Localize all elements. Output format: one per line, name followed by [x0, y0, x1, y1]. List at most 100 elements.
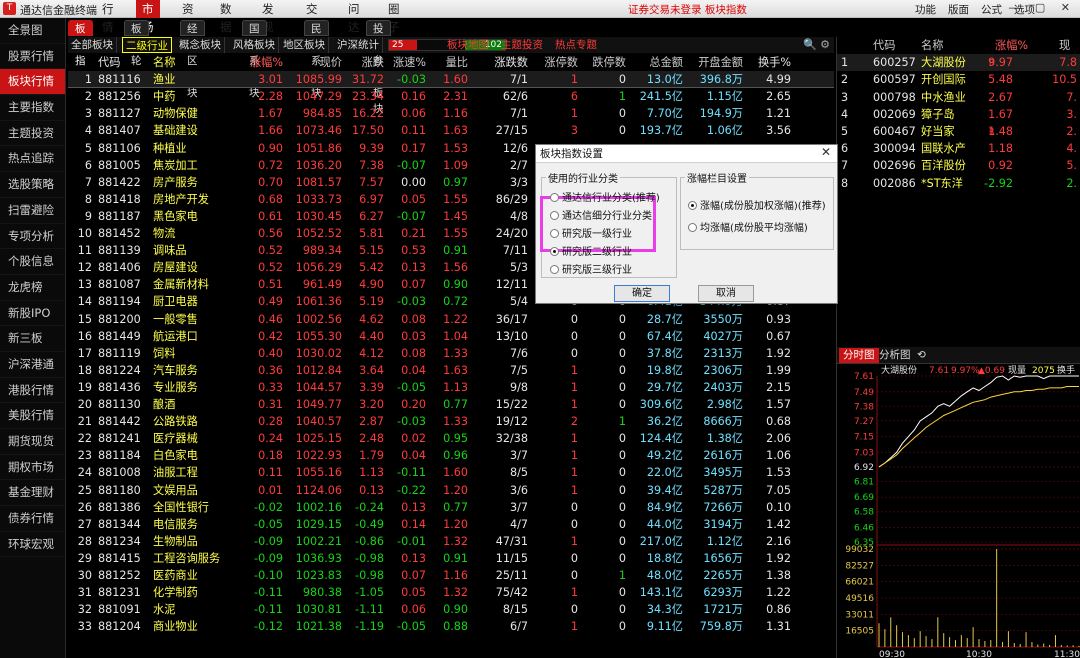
intraday-chart[interactable]: 7.61 7.49 7.38 7.27 7.15 7.03 6.92 6.81 6.69 6.58… — [837, 364, 1080, 658]
list-row[interactable]: 6 300094 国联水产 1.18 4. — [837, 140, 1080, 157]
list-header-last[interactable]: 现 — [1059, 37, 1070, 54]
table-row[interactable]: 1 881116 渔业 3.01 1085.99 31.72 -0.03 1.60 7/1 1 0 1… — [68, 71, 834, 89]
tab-sub-red[interactable]: 热点专题 — [552, 37, 600, 53]
sidebar-item[interactable]: 专项分析 — [0, 224, 65, 250]
list-row[interactable]: 5 600467 好当家 1.48 2. R — [837, 123, 1080, 140]
list-row[interactable]: 1 600257 大湖股份 9.97 7.8 R — [837, 54, 1080, 72]
sidebar-item[interactable]: 新三板 — [0, 326, 65, 352]
menu-item[interactable]: 交易 — [300, 0, 324, 34]
tab-top[interactable]: 板块指数 — [68, 20, 93, 83]
radio-icon[interactable] — [688, 201, 697, 210]
list-header-name[interactable]: 名称 — [921, 37, 943, 54]
header-adv[interactable]: 涨跌数 — [478, 54, 528, 71]
table-row[interactable]: 32 881091 水泥 -0.11 1030.81 -1.11 0.06 0.90 8/15 0… — [68, 601, 834, 618]
sidebar-item[interactable]: 债券行情 — [0, 506, 65, 532]
list-row[interactable]: 3 000798 中水渔业 2.67 7. — [837, 89, 1080, 106]
menu-item[interactable]: 发现● — [256, 0, 280, 49]
header-code[interactable]: 代码 — [98, 54, 150, 71]
tab-top[interactable]: 板块轮动 — [124, 20, 149, 83]
industry-option[interactable]: 研究版三级行业 — [550, 261, 632, 276]
header-opn[interactable]: 开盘金额 — [688, 54, 743, 71]
sidebar-item[interactable]: 选股策略 — [0, 172, 65, 198]
sidebar-item[interactable]: 个股信息 — [0, 249, 65, 275]
menu-item[interactable]: 市场 — [136, 0, 160, 34]
sidebar-item[interactable]: 板块行情 — [0, 69, 65, 96]
cancel-button[interactable]: 取消 — [698, 285, 754, 302]
industry-option[interactable]: 通达信行业分类(推荐) — [550, 189, 660, 204]
radio-icon[interactable] — [550, 211, 559, 220]
login-notice[interactable]: 证券交易未登录 板块指数 — [628, 2, 747, 17]
right-menu-item[interactable]: 公式 — [981, 4, 1002, 16]
menu-item[interactable]: 圈子 — [382, 0, 406, 34]
right-menu-item[interactable]: 功能 — [915, 4, 936, 16]
table-row[interactable]: 4 881407 基础建设 1.66 1073.46 17.50 0.11 1.63 27/15… — [68, 122, 834, 139]
sidebar-item[interactable]: 主要指数 — [0, 95, 65, 121]
tab-top[interactable]: 国企系板块 — [242, 20, 267, 99]
radio-icon[interactable] — [550, 193, 559, 202]
table-row[interactable]: 30 881252 医药商业 -0.10 1023.83 -0.98 0.07 1.16 25/… — [68, 567, 834, 584]
sidebar-item[interactable]: 期货现货 — [0, 429, 65, 455]
table-row[interactable]: 21 881442 公路铁路 0.28 1040.57 2.87 -0.03 1.33 19/1… — [68, 413, 834, 430]
tab-sub[interactable]: 沪深统计 — [334, 37, 383, 53]
list-header-chg[interactable]: 涨幅% — [995, 37, 1028, 54]
table-row[interactable]: 27 881344 电信服务 -0.05 1029.15 -0.49 0.14 1.20 4/7… — [68, 516, 834, 533]
table-row[interactable]: 20 881130 酿酒 0.31 1049.77 3.20 0.20 0.77 15/22 1 0… — [68, 396, 834, 413]
search-settings-icons[interactable]: 🔍 ⚙ — [803, 38, 830, 51]
header-price[interactable]: 现价 — [285, 54, 342, 71]
tab-sub[interactable]: 二级行业 — [122, 37, 172, 53]
industry-option[interactable]: 研究版一级行业 — [550, 225, 632, 240]
sidebar-item[interactable]: 沪深港通 — [0, 352, 65, 378]
list-row[interactable]: 4 002069 獐子岛 1.67 3. — [837, 106, 1080, 123]
sidebar-item[interactable]: 主题投资 — [0, 121, 65, 147]
table-row[interactable]: 24 881008 油服工程 0.11 1055.16 1.13 -0.11 1.60 8/5 1… — [68, 464, 834, 481]
window-controls[interactable]: — ▢ ✕ — [1008, 1, 1076, 14]
header-amt[interactable]: 总金额 — [628, 54, 683, 71]
close-icon[interactable]: ✕ — [821, 145, 831, 159]
right-menu-item[interactable]: 版面 — [948, 4, 969, 16]
chart-tab[interactable]: 分时图 — [839, 348, 879, 363]
tab-top[interactable]: 民营系板块 — [304, 20, 329, 99]
tab-sub[interactable]: 概念板块 — [176, 37, 225, 53]
table-row[interactable]: 29 881415 工程咨询服务 -0.09 1036.93 -0.98 0.13 0.91 1… — [68, 550, 834, 567]
radio-icon[interactable] — [550, 265, 559, 274]
change-option[interactable]: 均涨幅(成份股平均涨幅) — [688, 219, 808, 234]
sidebar-item[interactable]: 基金理财 — [0, 480, 65, 507]
list-row[interactable]: 2 600597 开创国际 5.48 10.5 — [837, 71, 1080, 88]
tab-sub[interactable]: 全部板块 — [68, 37, 117, 53]
sidebar-item[interactable]: 期权市场 — [0, 455, 65, 481]
industry-option[interactable]: 研究版二级行业 — [550, 243, 632, 258]
header-spd[interactable]: 涨速% — [386, 54, 426, 71]
sidebar-item[interactable]: 扫雷避险 — [0, 198, 65, 224]
menu-item[interactable]: 问达 — [342, 0, 366, 34]
header-turn[interactable]: 换手% — [745, 54, 791, 71]
table-row[interactable]: 19 881436 专业服务 0.33 1044.57 3.39 -0.05 1.13 9/8 1… — [68, 379, 834, 396]
list-row[interactable]: 8 002086 *ST东洋 -2.92 2. — [837, 175, 1080, 192]
chart-tab[interactable]: ⟲ — [913, 348, 930, 363]
menu-item[interactable]: 数据 — [214, 0, 238, 34]
header-up[interactable]: 涨跌 — [345, 54, 384, 71]
sidebar-item[interactable]: 全景图 — [0, 18, 65, 44]
table-row[interactable]: 15 881200 一般零售 0.46 1002.56 4.62 0.08 1.22 36/17… — [68, 311, 834, 328]
sidebar-item[interactable]: 港股行情 — [0, 378, 65, 404]
tab-sub[interactable]: 风格板块 — [230, 37, 279, 53]
sidebar-item[interactable]: 股票行情 — [0, 44, 65, 70]
tab-sub-red[interactable]: 主题投资 — [498, 37, 546, 53]
radio-icon[interactable] — [550, 229, 559, 238]
header-dnl[interactable]: 跌停数 — [582, 54, 626, 71]
change-option[interactable]: 涨幅(成份股加权涨幅)(推荐) — [688, 197, 826, 212]
sidebar-item[interactable]: 热点追踪 — [0, 146, 65, 173]
table-row[interactable]: 23 881184 白色家电 0.18 1022.93 1.79 0.04 0.96 3/7 1 0… — [68, 447, 834, 464]
sidebar-item[interactable]: 环球宏观 — [0, 532, 65, 558]
header-vr[interactable]: 量比 — [428, 54, 468, 71]
table-row[interactable]: 2 881256 中药 2.28 1047.29 23.34 0.16 2.31 62/6 6 1 2… — [68, 88, 834, 105]
ok-button[interactable]: 确定 — [614, 285, 670, 302]
table-row[interactable]: 16 881449 航运港口 0.42 1055.30 4.40 0.03 1.04 13/10… — [68, 328, 834, 345]
table-row[interactable]: 33 881204 商业物业 -0.12 1021.38 -1.19 -0.05 0.88 6/… — [68, 618, 834, 635]
chart-tab[interactable]: 分析图 — [875, 348, 915, 363]
radio-icon[interactable] — [550, 247, 559, 256]
table-row[interactable]: 25 881180 文娱用品 0.01 1124.06 0.13 -0.22 1.20 3/6 1… — [68, 482, 834, 499]
table-row[interactable]: 31 881231 化学制药 -0.11 980.38 -1.05 0.05 1.32 75/4… — [68, 584, 834, 601]
sidebar-item[interactable]: 龙虎榜 — [0, 275, 65, 301]
list-header-code[interactable]: 代码 — [873, 37, 895, 54]
radio-icon[interactable] — [688, 223, 697, 232]
